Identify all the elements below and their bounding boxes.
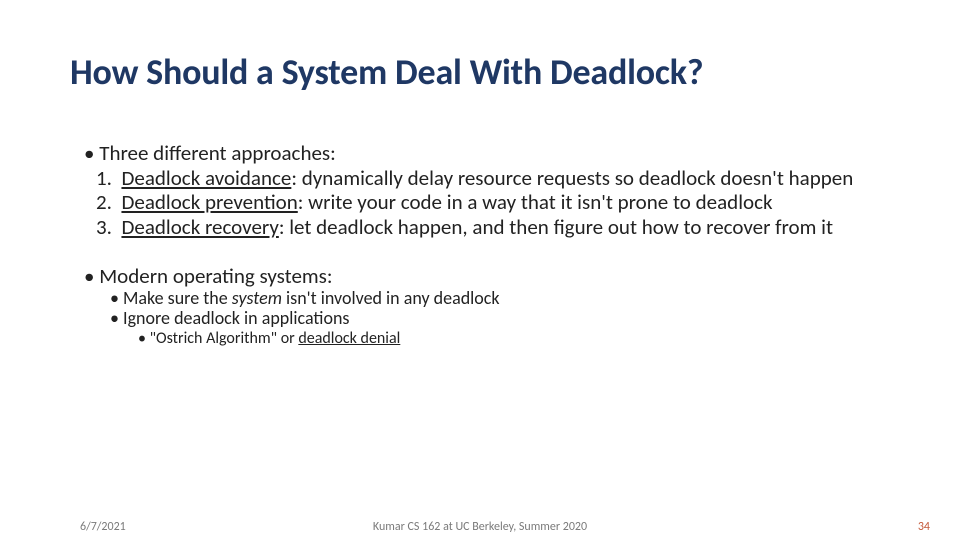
item-num: 2. — [96, 189, 112, 215]
item-2: 2. Deadlock prevention: write your code … — [78, 191, 910, 214]
item-1: 1. Deadlock avoidance: dynamically delay… — [78, 167, 910, 190]
item-term: Deadlock prevention — [121, 189, 297, 215]
sub-2: Ignore deadlock in applications — [78, 309, 910, 328]
item-rest: : let deadlock happen, and then figure o… — [279, 214, 833, 240]
item-term: Deadlock recovery — [121, 214, 278, 240]
item-num: 3. — [96, 214, 112, 240]
item-num: 1. — [96, 165, 112, 191]
slide-body: Three different approaches: 1. Deadlock … — [78, 142, 910, 348]
footer-center: Kumar CS 162 at UC Berkeley, Summer 2020 — [0, 520, 960, 534]
sub-pre: Ignore deadlock in applications — [123, 307, 349, 329]
bullet-modern: Modern operating systems: — [78, 265, 910, 288]
sub-ostrich: "Ostrich Algorithm" or deadlock denial — [78, 330, 910, 347]
ostrich-pre: "Ostrich Algorithm" or — [150, 329, 299, 348]
item-rest: : dynamically delay resource requests so… — [291, 165, 853, 191]
item-rest: : write your code in a way that it isn't… — [298, 189, 773, 215]
footer-page-num: 34 — [918, 520, 930, 534]
slide-title: How Should a System Deal With Deadlock? — [70, 50, 703, 94]
item-term: Deadlock avoidance — [121, 165, 291, 191]
bullet-intro: Three different approaches: — [78, 142, 910, 165]
slide: How Should a System Deal With Deadlock? … — [0, 0, 960, 540]
item-3: 3. Deadlock recovery: let deadlock happe… — [78, 216, 910, 239]
ostrich-u: deadlock denial — [298, 329, 400, 348]
